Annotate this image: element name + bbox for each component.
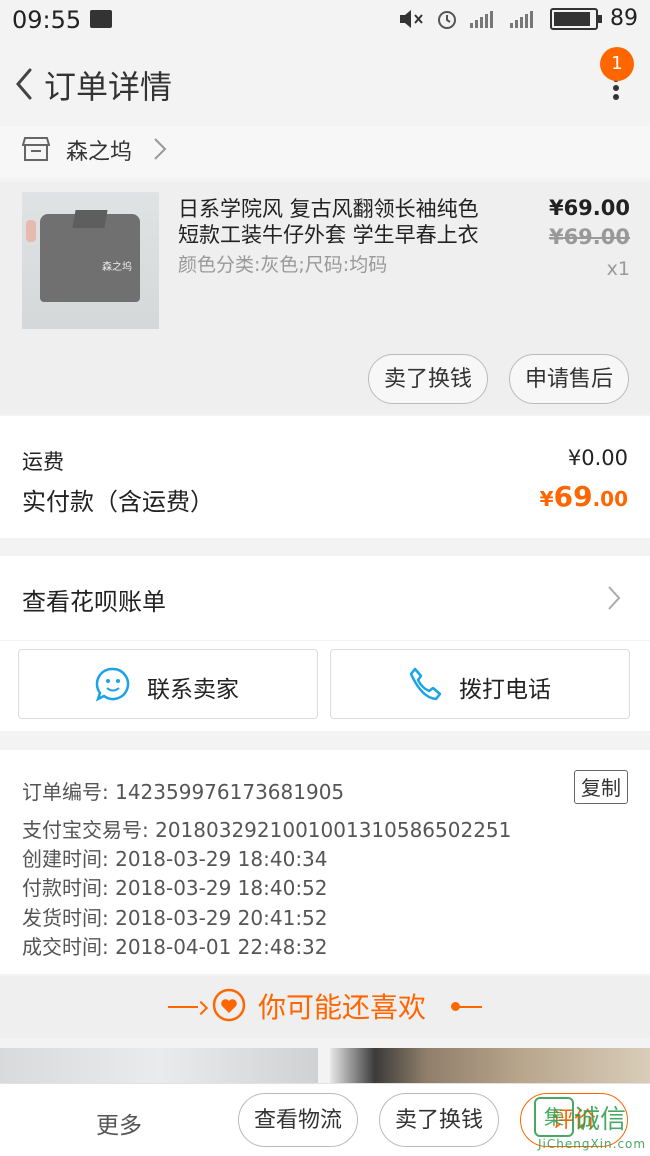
order-info: 订单编号: 142359976173681905 复制 支付宝交易号: 2018… bbox=[0, 750, 650, 974]
thumb-collar bbox=[72, 210, 108, 228]
shop-row[interactable]: 森之坞 bbox=[0, 126, 650, 178]
after-sales-button[interactable]: 申请售后 bbox=[509, 354, 629, 404]
product-thumbnail[interactable]: 森之坞 bbox=[22, 192, 159, 329]
shipped-time: 发货时间: 2018-03-29 20:41:52 bbox=[22, 906, 328, 930]
product-spec: 颜色分类:灰色;尺码:均码 bbox=[178, 254, 388, 276]
shipping-label: 运费 bbox=[22, 450, 64, 474]
arrow-right-icon bbox=[193, 1000, 209, 1016]
store-icon bbox=[22, 137, 50, 161]
status-right: 89 bbox=[398, 6, 638, 31]
paid-amount: ¥69.00 bbox=[540, 480, 628, 513]
created-time: 创建时间: 2018-03-29 18:40:34 bbox=[22, 847, 328, 871]
more-button[interactable]: 更多 bbox=[96, 1106, 142, 1140]
product-price: ¥69.00 bbox=[548, 196, 630, 220]
chevron-right-icon bbox=[154, 138, 167, 160]
divider-line-right bbox=[458, 1006, 482, 1008]
view-logistics-button[interactable]: 查看物流 bbox=[238, 1093, 358, 1147]
recommend-grid bbox=[0, 1048, 650, 1088]
paid-time: 付款时间: 2018-03-29 18:40:52 bbox=[22, 876, 328, 900]
recommend-title: 你可能还喜欢 bbox=[258, 991, 427, 1024]
battery-icon bbox=[550, 7, 602, 30]
resell-bottom-button[interactable]: 卖了换钱 bbox=[379, 1093, 499, 1147]
top-nav: 订单详情 1 bbox=[0, 40, 650, 126]
heart-icon bbox=[212, 988, 246, 1022]
contact-seller-button[interactable]: 联系卖家 bbox=[18, 649, 318, 719]
signal-icon bbox=[470, 10, 498, 28]
paid-label: 实付款（含运费） bbox=[22, 488, 214, 516]
product-original-price: ¥69.00 bbox=[548, 225, 630, 249]
message-icon bbox=[90, 10, 112, 28]
huabei-label: 查看花呗账单 bbox=[22, 588, 166, 616]
status-time: 09:55 bbox=[12, 6, 82, 34]
recommend-header: 你可能还喜欢 bbox=[0, 976, 650, 1038]
contact-seller-label: 联系卖家 bbox=[147, 677, 239, 703]
back-icon[interactable] bbox=[10, 64, 42, 104]
recommend-item-image[interactable] bbox=[330, 1048, 650, 1088]
paid-int: 69 bbox=[553, 480, 593, 513]
signal-4g-icon bbox=[510, 10, 538, 28]
huabei-bill-row[interactable]: 查看花呗账单 bbox=[0, 556, 650, 640]
phone-icon bbox=[409, 667, 442, 701]
watermark-text: 诚信 bbox=[574, 1105, 627, 1135]
notification-badge: 1 bbox=[600, 47, 634, 81]
status-bar: 09:55 89 bbox=[0, 0, 650, 40]
fee-summary: 运费 ¥0.00 实付款（含运费） ¥69.00 bbox=[0, 416, 650, 538]
mute-icon bbox=[400, 9, 423, 28]
call-button[interactable]: 拨打电话 bbox=[330, 649, 630, 719]
alipay-trade-number: 支付宝交易号: 2018032921001001310586502251 bbox=[22, 818, 512, 842]
battery-level: 89 bbox=[610, 6, 638, 31]
chat-icon bbox=[95, 667, 130, 702]
call-label: 拨打电话 bbox=[459, 677, 551, 703]
alarm-icon bbox=[438, 10, 456, 29]
thumb-flower bbox=[26, 220, 36, 242]
order-number: 订单编号: 142359976173681905 bbox=[22, 780, 345, 804]
completed-time: 成交时间: 2018-04-01 22:48:32 bbox=[22, 935, 328, 959]
chevron-right-icon bbox=[608, 586, 621, 610]
paid-dec: .00 bbox=[592, 487, 628, 511]
thumb-watermark: 森之坞 bbox=[102, 262, 132, 273]
site-watermark: 集 诚信 JiChengXin.com bbox=[534, 1093, 647, 1153]
product-name: 日系学院风 复古风翻领长袖纯色短款工装牛仔外套 学生早春上衣 bbox=[178, 197, 479, 247]
copy-button[interactable]: 复制 bbox=[574, 770, 628, 804]
order-item[interactable]: 森之坞 日系学院风 复古风翻领长袖纯色短款工装牛仔外套 学生早春上衣 颜色分类:… bbox=[0, 182, 650, 414]
shipping-value: ¥0.00 bbox=[567, 446, 628, 470]
watermark-logo: 集 bbox=[534, 1097, 574, 1137]
resell-button[interactable]: 卖了换钱 bbox=[368, 354, 488, 404]
shop-name: 森之坞 bbox=[66, 140, 133, 165]
paid-currency: ¥ bbox=[539, 487, 554, 511]
watermark-url: JiChengXin.com bbox=[538, 1137, 647, 1151]
product-quantity: x1 bbox=[606, 258, 630, 280]
contact-row: 联系卖家 拨打电话 bbox=[0, 641, 650, 731]
page-title: 订单详情 bbox=[44, 68, 173, 106]
recommend-item-image[interactable] bbox=[0, 1048, 318, 1088]
